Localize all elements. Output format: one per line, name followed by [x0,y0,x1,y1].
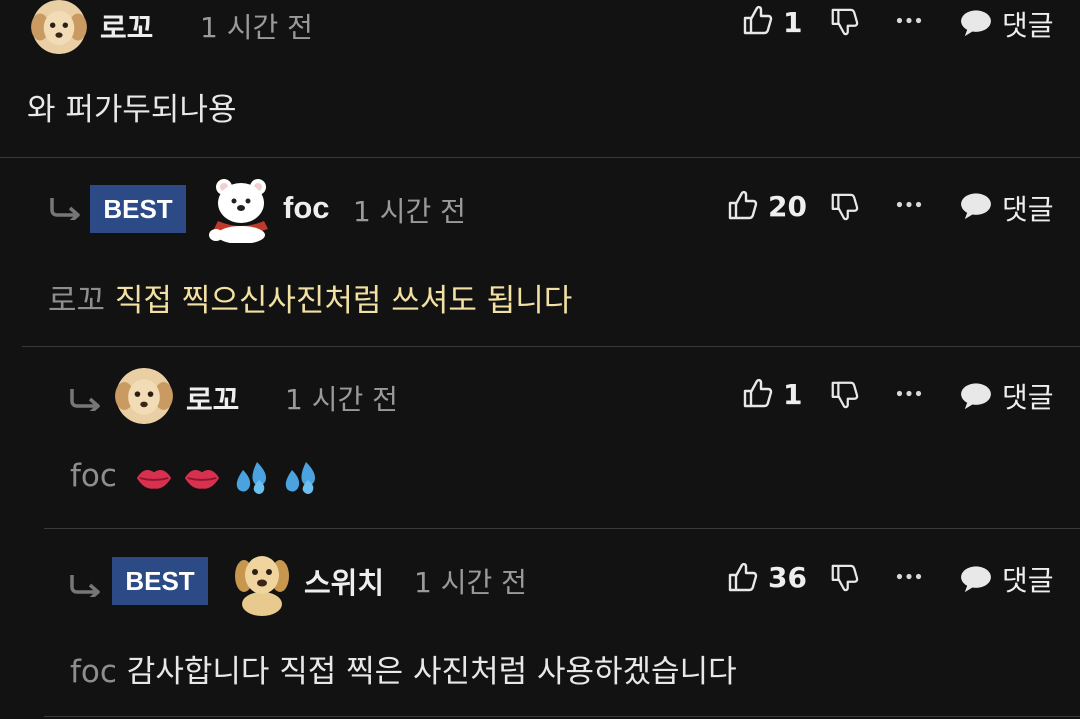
more-options-icon[interactable] [896,572,922,581]
like-count: 20 [768,190,807,223]
thumbs-up-icon[interactable] [726,561,758,593]
comment-author[interactable]: 스위치 [304,560,384,602]
lips-icon [135,463,173,493]
puppy-avatar-icon[interactable] [27,0,91,54]
divider [0,157,1080,158]
more-options-icon[interactable] [896,389,922,398]
comment-text-line: foc 감사합니다 직접 찍은 사진처럼 사용하겠습니다 [70,646,737,691]
like-count: 1 [783,378,803,411]
reply-bubble-icon[interactable] [960,9,992,37]
comment-time: 1 시간 전 [353,195,466,228]
thumbs-down-icon[interactable] [829,6,859,38]
comment-text: 와 퍼가두되나용 [27,92,237,128]
reply-bubble-icon[interactable] [960,382,992,410]
reply-bubble-icon[interactable] [960,565,992,593]
thumbs-down-icon[interactable] [829,562,859,594]
comment-author[interactable]: 로꼬 [100,5,153,47]
thumbs-down-icon[interactable] [829,191,859,223]
comment-text-line: 로꼬 직접 찍으신사진처럼 쓰셔도 됩니다 [48,275,572,320]
comment-text-line: foc [70,458,320,496]
lips-icon [183,463,221,493]
comment-time: 1 시간 전 [414,566,527,599]
comment-time: 1 시간 전 [285,383,398,416]
puppy-avatar-icon[interactable] [112,368,176,424]
like-count: 36 [768,561,807,594]
thumbs-up-icon[interactable] [741,377,773,409]
sweat-droplets-icon [280,460,320,496]
reply-button-label[interactable]: 댓글 [1002,559,1054,599]
divider [44,528,1080,529]
divider [44,716,1080,717]
divider [22,346,1080,347]
like-count: 1 [783,6,803,39]
polar-bear-avatar-icon[interactable] [206,177,276,243]
comment-text: 직접 찍으신사진처럼 쓰셔도 됩니다 [114,283,573,319]
more-options-icon[interactable] [896,200,922,209]
sweat-droplets-icon [231,460,271,496]
labrador-puppy-avatar-icon[interactable] [232,550,292,616]
mention[interactable]: foc [70,458,117,494]
mention[interactable]: foc [70,654,117,690]
reply-arrow-icon [48,196,82,220]
reply-button-label[interactable]: 댓글 [1002,4,1054,44]
thumbs-up-icon[interactable] [726,189,758,221]
reply-button-label[interactable]: 댓글 [1002,376,1054,416]
reply-bubble-icon[interactable] [960,192,992,220]
reply-button-label[interactable]: 댓글 [1002,188,1054,228]
more-options-icon[interactable] [896,16,922,25]
best-badge: BEST [112,557,208,605]
reply-arrow-icon [68,387,102,411]
reply-arrow-icon [68,573,102,597]
comment-author[interactable]: 로꼬 [186,377,239,419]
comment-time: 1 시간 전 [200,11,313,44]
comment-author[interactable]: foc [283,190,330,226]
comment-text: 감사합니다 직접 찍은 사진처럼 사용하겠습니다 [126,654,737,690]
mention[interactable]: 로꼬 [48,283,105,319]
thumbs-up-icon[interactable] [741,4,773,36]
best-badge: BEST [90,185,186,233]
thumbs-down-icon[interactable] [829,379,859,411]
